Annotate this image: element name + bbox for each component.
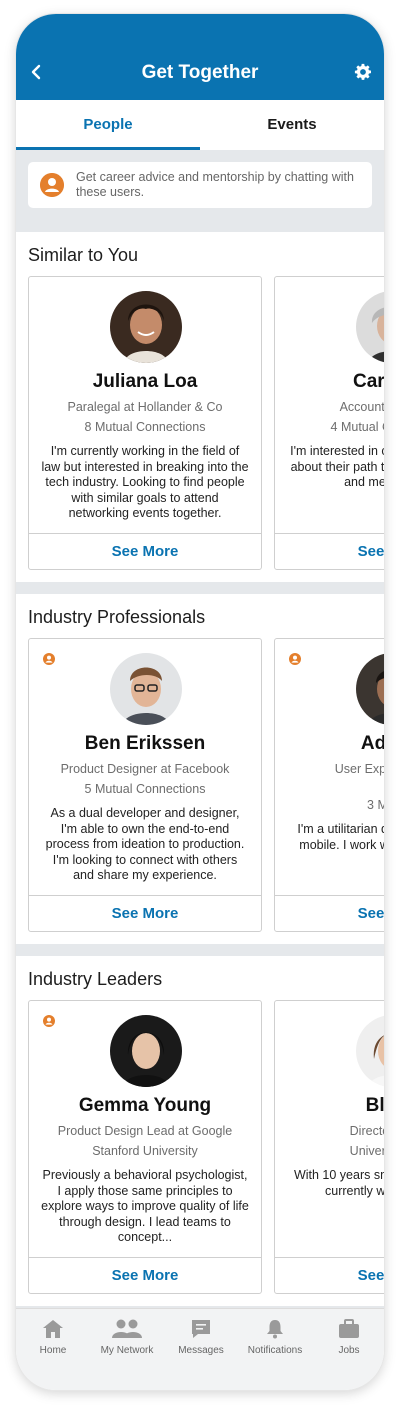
person-title: User Experience Lin [334,762,384,776]
phone-frame: Get Together People Events Get career ad… [16,14,384,1390]
section-title: Similar to You [28,245,139,265]
nav-home[interactable]: Home [16,1309,90,1369]
section-similar-to-you: Similar to You Juliana Loa Paralegal at … [16,232,384,582]
mentorship-banner: Get career advice and mentorship by chat… [28,162,372,208]
people-icon [112,1319,142,1338]
see-more-button[interactable]: See More [29,1257,261,1293]
mentor-badge-icon [43,653,55,665]
mutual-connections: 8 Mutual Connections [84,420,206,434]
see-more-button[interactable]: See More [275,895,384,931]
profile-card[interactable]: Blake Director of Exp University of M Wi… [274,1000,384,1294]
nav-my-network[interactable]: My Network [90,1309,164,1369]
person-bio: I'm a utilitarian d solve design cha mob… [297,822,384,852]
profile-card[interactable]: Gemma Young Product Design Lead at Googl… [28,1000,262,1294]
person-name: Blake [365,1095,384,1116]
person-title: Account Executive [339,400,384,414]
gear-icon[interactable] [354,63,372,81]
tab-events[interactable]: Events [200,100,384,150]
person-bio: I'm interested in connect with people ab… [290,444,384,490]
bell-icon [267,1320,283,1339]
section-title: Industry Leaders [28,969,163,989]
person-name: Ben Erikssen [84,733,206,754]
banner-text: Get career advice and mentorship by chat… [76,170,354,199]
bottom-nav: Home My Network Messages Notifications J… [16,1308,384,1390]
profile-card[interactable]: Juliana Loa Paralegal at Hollander & Co … [28,276,262,570]
see-more-button[interactable]: See More [29,533,261,569]
avatar [356,1015,384,1087]
person-name: Gemma Young [78,1095,212,1116]
section-industry-leaders: Industry Leaders Gemma Young Product Des… [16,956,384,1306]
message-icon [192,1320,210,1338]
person-circle-icon [40,173,64,197]
person-title: Product Design Lead at Google [57,1124,233,1138]
nav-messages[interactable]: Messages [164,1309,238,1369]
person-bio: I'm currently working in the field of la… [41,444,249,521]
section-industry-professionals: Industry Professionals Ben Erikssen Prod… [16,594,384,944]
avatar [110,653,182,725]
person-name: Caroline [352,371,384,392]
page-title: Get Together [141,62,259,83]
person-school: University of M [349,1144,384,1158]
mutual-connections: 5 Mutual Connections [84,782,206,796]
mentor-badge-icon [43,1015,55,1027]
person-title: Paralegal at Hollander & Co [67,400,223,414]
mutual-connections: 4 Mutual Connections [330,420,384,434]
briefcase-icon [339,1319,359,1338]
avatar [110,1015,182,1087]
home-icon [43,1320,63,1338]
tab-bar: People Events [16,100,384,150]
nav-notifications[interactable]: Notifications [238,1309,312,1369]
mutual-connections: 3 Mutual [367,798,384,812]
profile-card[interactable]: Ben Erikssen Product Designer at Faceboo… [28,638,262,932]
person-name: Juliana Loa [92,371,198,392]
tab-people[interactable]: People [16,100,200,150]
person-bio: As a dual developer and designer, I'm ab… [45,806,245,883]
banner-container: Get career advice and mentorship by chat… [16,150,384,220]
see-more-button[interactable]: See More [275,1257,384,1293]
person-title: Director of Exp [349,1124,384,1138]
nav-label: Jobs [338,1345,360,1356]
see-more-button[interactable]: See More [29,895,261,931]
avatar [356,291,384,363]
person-bio: With 10 years small startups an I'm curr… [293,1168,384,1198]
person-name: Adrian [360,733,384,754]
mentor-badge-icon [289,653,301,665]
avatar [356,653,384,725]
see-more-button[interactable]: See More [275,533,384,569]
person-bio: Previously a behavioral psychologist, I … [41,1168,249,1245]
profile-card[interactable]: Adrian User Experience Lin 3 Mutual I'm … [274,638,384,932]
profile-card[interactable]: Caroline Account Executive 4 Mutual Conn… [274,276,384,570]
avatar [110,291,182,363]
person-title: Product Designer at Facebook [60,762,230,776]
app-header: Get Together [16,14,384,100]
person-school: Stanford University [92,1144,198,1158]
section-title: Industry Professionals [28,607,206,627]
nav-jobs[interactable]: Jobs [312,1309,384,1369]
content-scroll[interactable]: Get career advice and mentorship by chat… [16,150,384,1308]
